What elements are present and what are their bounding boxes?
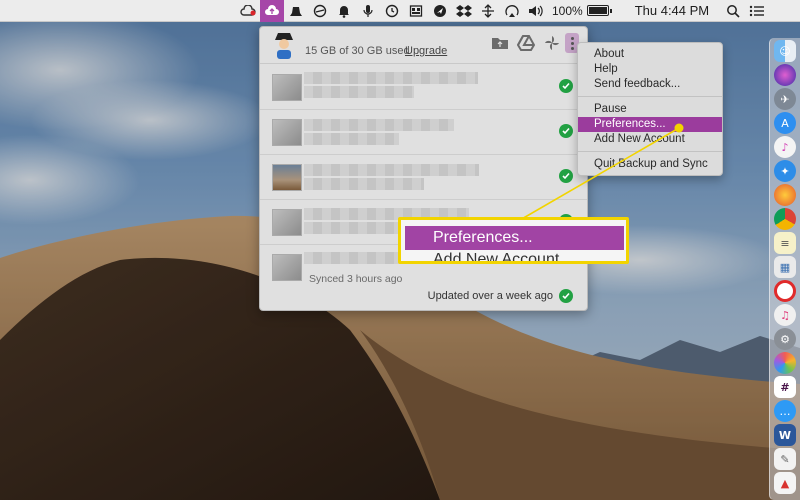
menu-separator — [578, 151, 722, 152]
battery-icon[interactable] — [586, 5, 612, 16]
redacted-detail — [304, 133, 399, 145]
slack-icon[interactable]: # — [774, 376, 796, 398]
panel-footer: Updated over a week ago — [260, 282, 587, 310]
file-thumbnail — [272, 254, 302, 281]
menu-bar-clock[interactable]: Thu 4:44 PM — [615, 3, 721, 18]
redacted-detail — [304, 178, 424, 190]
menu-item-help[interactable]: Help — [578, 62, 722, 77]
file-thumbnail — [272, 209, 302, 236]
panel-header: 15 GB of 30 GB used Upgrade — [260, 27, 587, 64]
chrome-icon[interactable] — [774, 208, 796, 230]
menu-item-about[interactable]: About — [578, 47, 722, 62]
itunes-icon[interactable]: ♪ — [774, 136, 796, 158]
avatar[interactable] — [272, 31, 296, 59]
redacted-detail — [304, 222, 404, 234]
file-thumbnail — [272, 74, 302, 101]
messages-icon[interactable]: … — [774, 400, 796, 422]
battery-percentage[interactable]: 100% — [548, 4, 587, 18]
dropbox-icon[interactable] — [452, 0, 476, 22]
safari-icon[interactable]: ✦ — [774, 160, 796, 182]
notifications-icon[interactable] — [332, 0, 356, 22]
airplay-icon[interactable] — [500, 0, 524, 22]
do-not-disturb-icon[interactable] — [308, 0, 332, 22]
launchpad-icon[interactable]: ✈ — [774, 88, 796, 110]
music-icon[interactable]: ♫ — [774, 304, 796, 326]
pdf-icon[interactable]: ▲ — [774, 472, 796, 494]
menu-item-add-new-account[interactable]: Add New Account — [578, 132, 722, 147]
update-status-text: Updated over a week ago — [427, 290, 553, 302]
clipboard-icon[interactable] — [404, 0, 428, 22]
list-item[interactable] — [260, 110, 587, 155]
menu-item-quit[interactable]: Quit Backup and Sync — [578, 157, 722, 172]
redacted-filename — [304, 119, 454, 131]
siri-icon[interactable] — [356, 0, 380, 22]
menu-item-pause[interactable]: Pause — [578, 102, 722, 117]
redacted-filename — [304, 72, 478, 84]
synced-check-icon — [559, 79, 573, 93]
redacted-detail — [304, 86, 414, 98]
folder-icon[interactable] — [487, 33, 513, 53]
list-item[interactable] — [260, 155, 587, 200]
backup-and-sync-panel: 15 GB of 30 GB used Upgrade Synced 3 hou… — [259, 26, 588, 311]
spaces-icon[interactable] — [476, 0, 500, 22]
preview-icon[interactable]: ▦ — [774, 256, 796, 278]
list-item[interactable] — [260, 65, 587, 110]
upgrade-link[interactable]: Upgrade — [405, 45, 447, 57]
photos-icon[interactable] — [774, 352, 796, 374]
synced-check-icon — [559, 124, 573, 138]
notification-center-icon[interactable] — [745, 0, 769, 22]
synced-check-icon — [559, 169, 573, 183]
options-dropdown-menu: About Help Send feedback... Pause Prefer… — [577, 42, 723, 176]
file-thumbnail — [272, 119, 302, 146]
siri-icon[interactable] — [774, 64, 796, 86]
google-drive-icon[interactable] — [513, 33, 539, 53]
callout-preferences-label: Preferences... — [405, 226, 624, 250]
notes-icon[interactable]: ≡ — [774, 232, 796, 254]
menu-separator — [578, 96, 722, 97]
panel-header-actions — [487, 33, 579, 53]
time-machine-icon[interactable] — [380, 0, 404, 22]
location-icon[interactable] — [428, 0, 452, 22]
redacted-filename — [304, 164, 479, 176]
menu-bar: 100% Thu 4:44 PM — [0, 0, 800, 22]
battery-fill — [588, 7, 607, 14]
finder-icon[interactable]: ☺ — [774, 40, 796, 62]
no-entry-icon[interactable] — [774, 280, 796, 302]
zoom-callout: Preferences... Add New Account — [398, 217, 629, 264]
spotlight-search-icon[interactable] — [721, 0, 745, 22]
menu-item-preferences[interactable]: Preferences... — [578, 117, 722, 132]
file-thumbnail — [272, 164, 302, 191]
app-store-icon[interactable]: A — [774, 112, 796, 134]
backup-and-sync-icon[interactable] — [260, 0, 284, 22]
word-icon[interactable]: W — [774, 424, 796, 446]
callout-add-account-label: Add New Account — [433, 251, 560, 264]
textedit-icon[interactable]: ✎ — [774, 448, 796, 470]
up-to-date-check-icon — [559, 289, 573, 303]
google-photos-icon[interactable] — [539, 33, 565, 53]
menu-item-send-feedback[interactable]: Send feedback... — [578, 77, 722, 92]
creative-cloud-icon[interactable] — [236, 0, 260, 22]
volume-icon[interactable] — [524, 0, 548, 22]
alfred-hat-icon[interactable] — [284, 0, 308, 22]
firefox-icon[interactable] — [774, 184, 796, 206]
dock: ☺ ✈ A ♪ ✦ ≡ ▦ ♫ ⚙ # … W ✎ ▲ — [769, 38, 800, 500]
system-preferences-icon[interactable]: ⚙ — [774, 328, 796, 350]
storage-usage-text: 15 GB of 30 GB used — [305, 45, 410, 57]
